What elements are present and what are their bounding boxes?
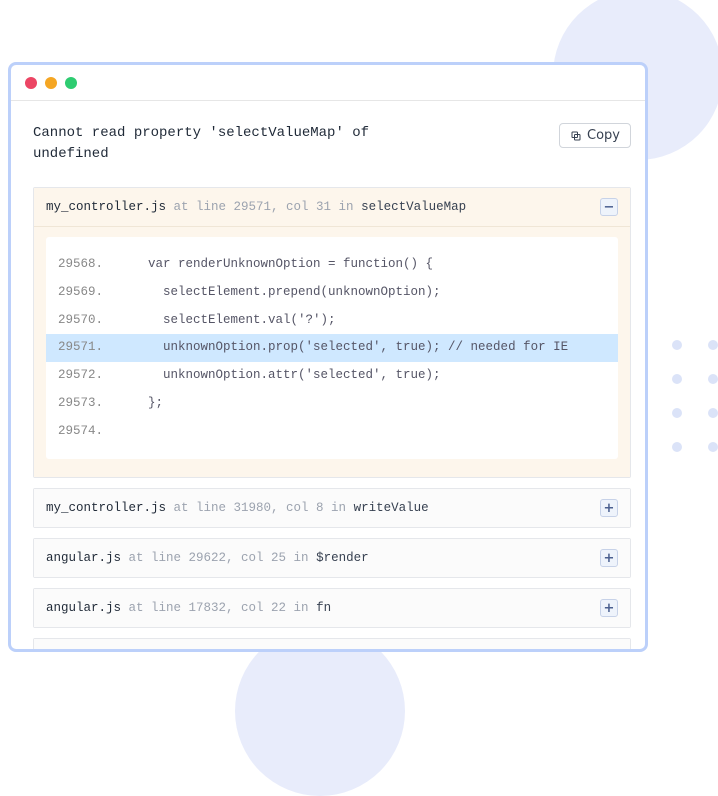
code-line: 29569. selectElement.prepend(unknownOpti…	[46, 279, 618, 307]
frame-location: my_controller.js at line 29571, col 31 i…	[46, 200, 466, 214]
frame-meta: at line 31980, col 8 in	[166, 501, 354, 515]
line-number: 29571.	[58, 336, 118, 360]
minimize-light-icon[interactable]	[45, 77, 57, 89]
frame-meta: at line 18098, col 12 in	[121, 651, 316, 652]
stack-frame: my_controller.js at line 31980, col 8 in…	[33, 488, 631, 528]
content-area: Cannot read property 'selectValueMap' of…	[11, 101, 645, 652]
copy-button[interactable]: Copy	[559, 123, 631, 148]
line-number: 29568.	[58, 253, 118, 277]
zoom-light-icon[interactable]	[65, 77, 77, 89]
code-line: 29568. var renderUnknownOption = functio…	[46, 251, 618, 279]
frame-function: $render	[316, 551, 369, 565]
frame-file: angular.js	[46, 651, 121, 652]
frame-meta: at line 29571, col 31 in	[166, 200, 361, 214]
frame-location: my_controller.js at line 31980, col 8 in…	[46, 501, 429, 515]
code-text: var renderUnknownOption = function() {	[118, 253, 433, 277]
header-row: Cannot read property 'selectValueMap' of…	[33, 123, 631, 165]
stack-frames: my_controller.js at line 29571, col 31 i…	[33, 187, 631, 652]
stack-frame-header[interactable]: my_controller.js at line 31980, col 8 in…	[34, 489, 630, 527]
code-text: selectElement.val('?');	[118, 309, 336, 333]
stack-frame: angular.js at line 29622, col 25 in $ren…	[33, 538, 631, 578]
frame-meta: at line 29622, col 25 in	[121, 551, 316, 565]
frame-file: my_controller.js	[46, 200, 166, 214]
stack-frame: my_controller.js at line 29571, col 31 i…	[33, 187, 631, 478]
code-text: unknownOption.prop('selected', true); //…	[118, 336, 568, 360]
collapse-button[interactable]: −	[600, 198, 618, 216]
close-light-icon[interactable]	[25, 77, 37, 89]
code-text: selectElement.prepend(unknownOption);	[118, 281, 441, 305]
line-number: 29574.	[58, 420, 118, 444]
stack-frame: angular.js at line 18098, col 12 in $dig…	[33, 638, 631, 652]
expand-button[interactable]: +	[600, 549, 618, 567]
expand-button[interactable]: +	[600, 499, 618, 517]
code-box: 29568. var renderUnknownOption = functio…	[46, 237, 618, 459]
code-line: 29571. unknownOption.prop('selected', tr…	[46, 334, 618, 362]
decorative-dots	[672, 340, 718, 476]
copy-label: Copy	[587, 128, 620, 143]
expand-button[interactable]: +	[600, 599, 618, 617]
stack-frame-header[interactable]: my_controller.js at line 29571, col 31 i…	[34, 188, 630, 227]
code-body: 29568. var renderUnknownOption = functio…	[34, 227, 630, 477]
error-title: Cannot read property 'selectValueMap' of…	[33, 123, 413, 165]
frame-function: writeValue	[354, 501, 429, 515]
titlebar	[11, 65, 645, 101]
frame-location: angular.js at line 18098, col 12 in $dig…	[46, 651, 369, 652]
frame-function: $digest	[316, 651, 369, 652]
code-text: };	[118, 392, 163, 416]
app-window: Cannot read property 'selectValueMap' of…	[8, 62, 648, 652]
frame-file: my_controller.js	[46, 501, 166, 515]
stack-frame-header[interactable]: angular.js at line 29622, col 25 in $ren…	[34, 539, 630, 577]
line-number: 29569.	[58, 281, 118, 305]
code-line: 29570. selectElement.val('?');	[46, 307, 618, 335]
line-number: 29572.	[58, 364, 118, 388]
frame-file: angular.js	[46, 601, 121, 615]
frame-location: angular.js at line 17832, col 22 in fn	[46, 601, 331, 615]
code-line: 29573. };	[46, 390, 618, 418]
line-number: 29573.	[58, 392, 118, 416]
code-line: 29572. unknownOption.attr('selected', tr…	[46, 362, 618, 390]
code-line: 29574.	[46, 418, 618, 446]
frame-meta: at line 17832, col 22 in	[121, 601, 316, 615]
line-number: 29570.	[58, 309, 118, 333]
stack-frame-header[interactable]: angular.js at line 18098, col 12 in $dig…	[34, 639, 630, 652]
copy-icon	[570, 130, 582, 142]
code-text: unknownOption.attr('selected', true);	[118, 364, 441, 388]
expand-button[interactable]: +	[600, 649, 618, 652]
frame-location: angular.js at line 29622, col 25 in $ren…	[46, 551, 369, 565]
stack-frame-header[interactable]: angular.js at line 17832, col 22 in fn +	[34, 589, 630, 627]
frame-file: angular.js	[46, 551, 121, 565]
frame-function: selectValueMap	[361, 200, 466, 214]
frame-function: fn	[316, 601, 331, 615]
stack-frame: angular.js at line 17832, col 22 in fn +	[33, 588, 631, 628]
